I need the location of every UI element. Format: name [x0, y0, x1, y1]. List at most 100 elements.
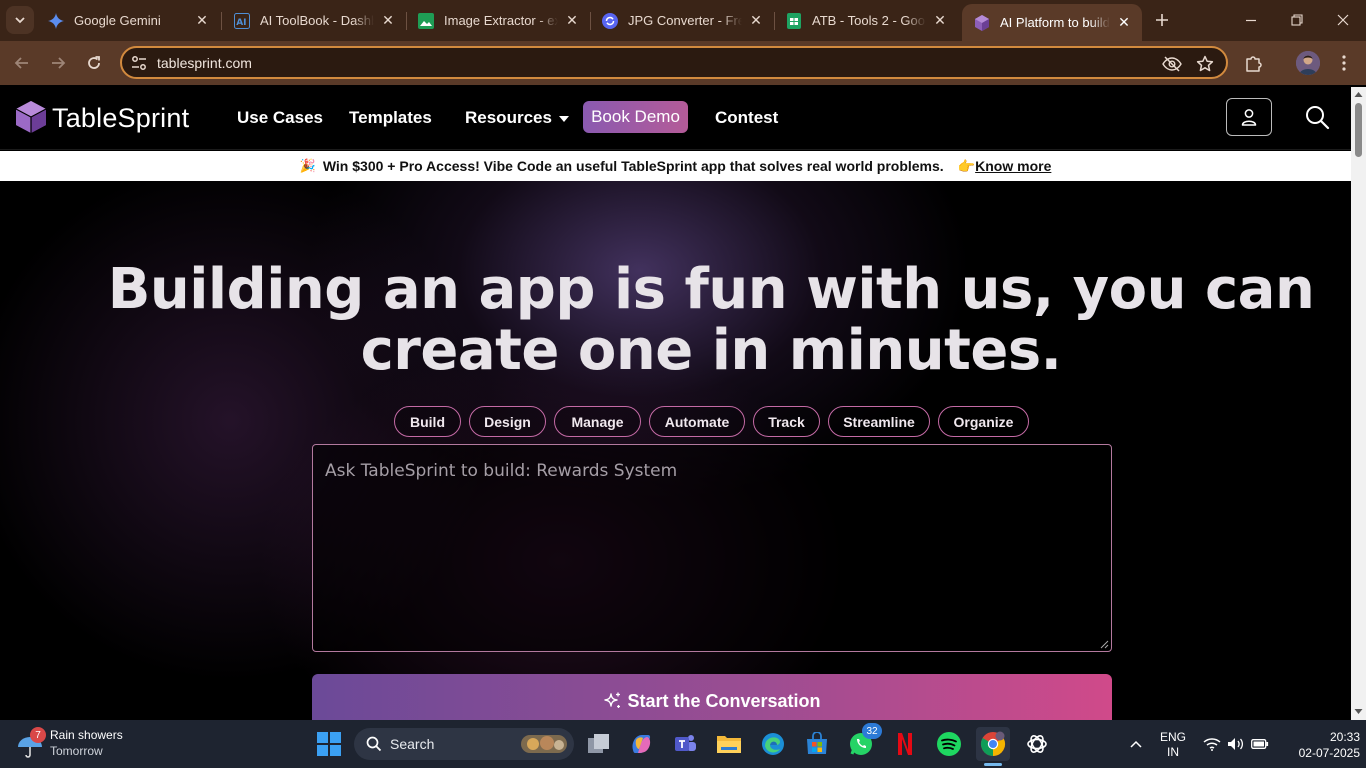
scroll-up-arrow-icon[interactable] [1354, 90, 1363, 99]
wifi-icon [1203, 738, 1221, 751]
scroll-down-arrow-icon[interactable] [1354, 707, 1363, 716]
tab-ai-toolbook[interactable]: AI AI ToolBook - Dashboard ✕ [222, 0, 406, 41]
chip-manage[interactable]: Manage [554, 406, 641, 437]
brand-name[interactable]: TableSprint [52, 103, 189, 134]
folder-icon [717, 736, 741, 753]
active-app-indicator [984, 763, 1002, 766]
scroll-thumb[interactable] [1355, 103, 1362, 157]
close-icon[interactable]: ✕ [932, 12, 948, 29]
copilot-icon [632, 735, 651, 753]
search-icon[interactable] [1304, 104, 1330, 130]
close-icon[interactable]: ✕ [380, 12, 396, 29]
close-icon[interactable]: ✕ [1116, 14, 1132, 31]
tab-image-extractor[interactable]: Image Extractor - extract ✕ [406, 0, 590, 41]
close-icon[interactable]: ✕ [194, 12, 210, 29]
book-demo-button[interactable]: Book Demo [583, 101, 688, 133]
user-icon [1241, 109, 1257, 126]
show-hidden-icons-button[interactable] [1126, 720, 1146, 768]
prompt-input[interactable] [313, 445, 1111, 651]
address-text[interactable]: tablesprint.com [157, 55, 252, 71]
chip-build[interactable]: Build [394, 406, 461, 437]
tab-atb-tools-sheets[interactable]: ATB - Tools 2 - Google Sheets ✕ [774, 0, 958, 41]
browser-toolbar: tablesprint.com [0, 41, 1366, 85]
arrow-right-icon [52, 57, 66, 69]
minimize-button[interactable] [1228, 0, 1274, 40]
reload-button[interactable] [80, 49, 108, 77]
nav-contest[interactable]: Contest [715, 108, 778, 128]
nav-resources[interactable]: Resources [465, 108, 569, 128]
task-view-icon [588, 734, 609, 753]
start-button[interactable] [312, 727, 346, 761]
know-more-link[interactable]: 👉 Know more [958, 158, 1052, 175]
nav-templates[interactable]: Templates [349, 108, 432, 128]
puzzle-icon [1246, 56, 1262, 72]
search-icon [366, 736, 382, 752]
start-conversation-label: Start the Conversation [627, 691, 821, 711]
pointing-hand-icon: 👉 [957, 157, 976, 174]
browser-menu-button[interactable] [1332, 51, 1356, 75]
know-more-label: Know more [975, 158, 1052, 174]
teams-app[interactable] [668, 727, 702, 761]
extensions-button[interactable] [1242, 51, 1266, 75]
new-tab-button[interactable] [1150, 8, 1174, 32]
region-code: IN [1167, 745, 1179, 759]
spotify-icon [937, 732, 961, 756]
clock-date: 02-07-2025 [1298, 746, 1360, 760]
prompt-box [312, 444, 1112, 652]
teams-icon [675, 735, 696, 751]
aitoolbook-icon: AI [234, 12, 250, 29]
star-icon[interactable] [1195, 54, 1215, 74]
store-app[interactable] [800, 727, 834, 761]
input-language[interactable]: ENG IN [1155, 720, 1191, 768]
start-conversation-button[interactable]: Start the Conversation [312, 674, 1112, 720]
taskbar-search-label: Search [390, 736, 435, 752]
language-code: ENG [1159, 730, 1186, 744]
chip-organize[interactable]: Organize [938, 406, 1029, 437]
chevron-down-icon [15, 17, 25, 24]
file-explorer-app[interactable] [712, 727, 746, 761]
profile-avatar[interactable] [1296, 51, 1320, 75]
chatgpt-app[interactable] [1020, 727, 1054, 761]
tab-search-button[interactable] [6, 6, 34, 34]
gemini-icon [48, 12, 64, 29]
chip-design[interactable]: Design [469, 406, 546, 437]
resize-handle-icon[interactable] [1100, 640, 1109, 649]
chip-streamline[interactable]: Streamline [828, 406, 930, 437]
arrow-left-icon [14, 57, 28, 69]
edge-app[interactable] [756, 727, 790, 761]
eye-off-icon[interactable] [1162, 54, 1182, 74]
taskbar-search[interactable]: Search [354, 728, 574, 760]
notification-badge: 32 [862, 723, 882, 739]
page-scrollbar[interactable] [1351, 87, 1366, 720]
more-vertical-icon [1342, 55, 1346, 71]
system-tray-status[interactable] [1200, 720, 1272, 768]
account-button[interactable] [1226, 98, 1272, 136]
close-icon[interactable]: ✕ [564, 12, 580, 29]
caret-down-icon [558, 115, 569, 122]
chip-track[interactable]: Track [753, 406, 820, 437]
weather-widget[interactable]: 7 Rain showers Tomorrow [16, 727, 146, 761]
hero-heading: Building an app is fun with us, you can … [100, 259, 1322, 381]
site-info-icon[interactable] [130, 54, 148, 72]
chip-automate[interactable]: Automate [649, 406, 745, 437]
restore-button[interactable] [1274, 0, 1320, 40]
back-button[interactable] [8, 49, 36, 77]
spotify-app[interactable] [932, 727, 966, 761]
close-window-button[interactable] [1320, 0, 1366, 40]
forward-button[interactable] [44, 49, 72, 77]
nav-use-cases[interactable]: Use Cases [237, 108, 323, 128]
whatsapp-app[interactable]: 32 [844, 723, 882, 761]
task-view-button[interactable] [582, 727, 616, 761]
close-icon[interactable]: ✕ [748, 12, 764, 29]
copilot-app[interactable] [624, 727, 658, 761]
tab-title: AI Platform to build Business Apps [1000, 15, 1110, 30]
tab-jpg-converter[interactable]: JPG Converter - Free Online ✕ [590, 0, 774, 41]
tablesprint-logo-icon[interactable] [14, 100, 48, 134]
address-bar[interactable]: tablesprint.com [120, 46, 1228, 79]
netflix-app[interactable] [888, 727, 922, 761]
sheets-icon [786, 12, 802, 29]
tab-google-gemini[interactable]: Google Gemini ✕ [36, 0, 220, 41]
tab-tablesprint-active[interactable]: AI Platform to build Business Apps ✕ [962, 4, 1142, 41]
chrome-app[interactable] [976, 727, 1010, 761]
clock[interactable]: 20:33 02-07-2025 [1284, 720, 1360, 768]
